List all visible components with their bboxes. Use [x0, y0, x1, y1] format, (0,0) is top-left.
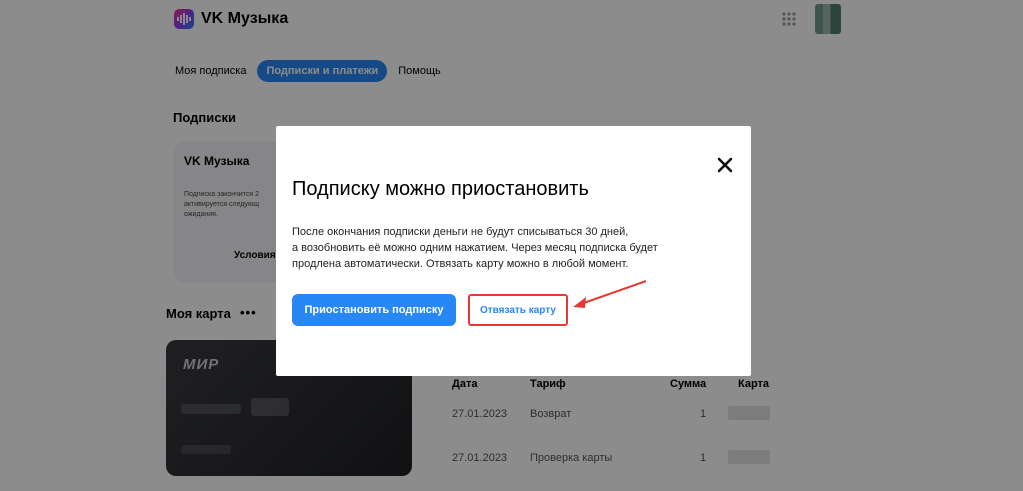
modal-title: Подписку можно приостановить — [292, 178, 589, 200]
pause-subscription-button[interactable]: Приостановить подписку — [292, 294, 456, 326]
annotation-arrow-icon — [573, 280, 647, 308]
unlink-card-button[interactable]: Отвязать карту — [468, 294, 568, 326]
modal-text-line: После окончания подписки деньги не будут… — [292, 226, 629, 238]
pause-subscription-modal: Подписку можно приостановить После оконч… — [276, 126, 751, 376]
close-icon[interactable] — [716, 156, 734, 174]
modal-description: После окончания подписки деньги не будут… — [292, 224, 712, 272]
modal-text-line: продлена автоматически. Отвязать карту м… — [292, 258, 629, 270]
modal-text-line: а возобновить её можно одним нажатием. Ч… — [292, 242, 658, 254]
